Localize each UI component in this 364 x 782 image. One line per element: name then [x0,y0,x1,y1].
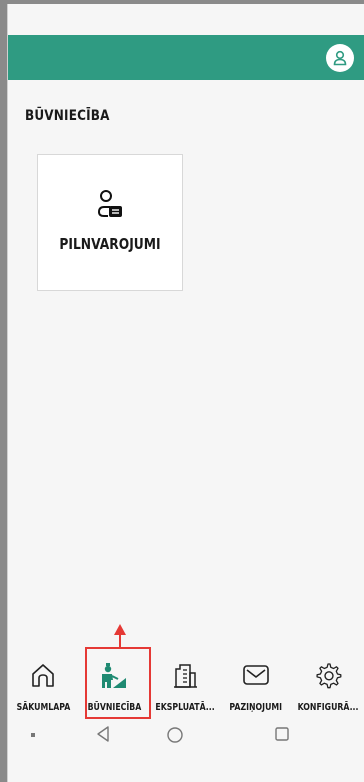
nav-item-configuration[interactable]: KONFIGURĀ... [296,652,360,718]
user-icon [333,50,347,66]
app-bar [8,35,364,80]
status-bar [8,4,364,35]
nav-label-notifications: PAZIŅOJUMI [229,702,283,713]
card-pilnvarojumi[interactable]: PILNVAROJUMI [37,154,183,291]
home-icon [32,664,54,687]
profile-button[interactable] [326,44,354,72]
recents-icon[interactable] [274,726,290,742]
buildings-icon [174,664,197,688]
mail-icon [243,665,269,685]
home-circle-icon[interactable] [166,726,184,744]
pointer-arrow-head [114,624,126,635]
system-navigation-bar [8,718,364,758]
nav-item-exploitation[interactable]: EKSPLUATĀ... [154,652,216,718]
nav-label-home: SĀKUMLAPA [16,702,70,713]
page-title: BŪVNIECĪBA [25,108,110,124]
app-frame: BŪVNIECĪBA PILNVAROJUMI SĀKUMLAPA BŪVNIE… [7,4,364,782]
pointer-arrow-line [119,633,121,648]
user-card-icon [97,190,122,217]
card-label: PILNVAROJUMI [59,235,161,253]
back-icon[interactable] [95,725,111,743]
nav-label-configuration: KONFIGURĀ... [297,702,359,713]
nav-item-home[interactable]: SĀKUMLAPA [12,652,74,718]
nav-item-notifications[interactable]: PAZIŅOJUMI [225,652,287,718]
nav-label-exploitation: EKSPLUATĀ... [155,702,215,713]
gear-icon [316,663,342,689]
menu-dot-icon[interactable] [30,732,36,738]
highlight-box [85,647,151,719]
